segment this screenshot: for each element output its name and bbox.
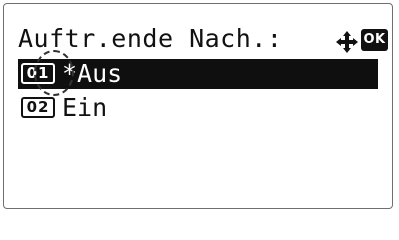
option-number-badge: 01 [21, 63, 55, 84]
option-number-badge: 02 [21, 97, 55, 118]
option-label: *Aus [62, 59, 123, 88]
option-row-ein[interactable]: 02 Ein [18, 93, 378, 123]
ok-button[interactable]: OK [361, 29, 388, 51]
four-way-arrow-icon [336, 31, 358, 53]
option-row-aus[interactable]: 01 *Aus [18, 59, 378, 89]
lcd-panel: Auftr.ende Nach.: OK 01 *Aus 02 Ein [3, 3, 393, 209]
screen-title: Auftr.ende Nach.: [18, 24, 283, 53]
option-label: Ein [62, 93, 108, 122]
